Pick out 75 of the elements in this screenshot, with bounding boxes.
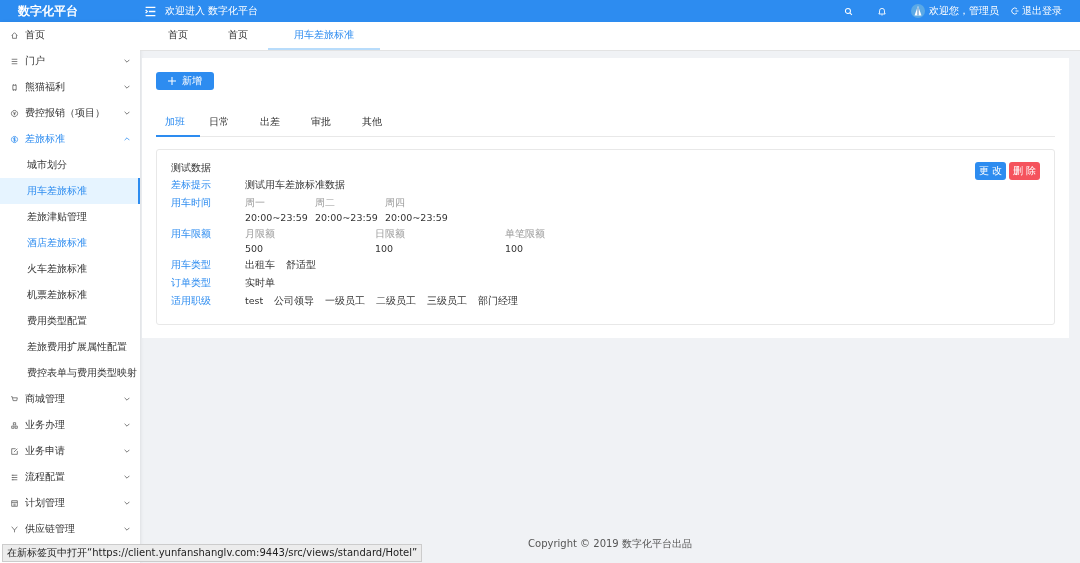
sidebar-item[interactable]: 费控报销（项目） — [0, 100, 140, 126]
page-tab[interactable]: 用车差旅标准 — [268, 22, 380, 50]
sidebar-item[interactable]: 流程配置 — [0, 464, 140, 490]
submenu-item[interactable]: 费控表单与费用类型映射 — [0, 360, 140, 386]
menu-item-icon — [10, 420, 19, 430]
menu-item-icon — [10, 524, 19, 534]
tab[interactable]: 出差 — [251, 110, 302, 137]
field-value: 实时单 — [245, 277, 275, 290]
link-preview-tooltip: 在新标签页中打开“https://client.yunfanshanglv.com:9443/src/views/standard/Hotel” — [2, 544, 423, 562]
field-label: 订单类型 — [171, 277, 212, 290]
field-value: 部门经理 — [478, 295, 519, 308]
welcome-text: 欢迎进入 数字化平台 — [165, 4, 259, 18]
field-value: 测试用车差旅标准数据 — [245, 179, 345, 192]
field-caption: 日限额 — [375, 228, 406, 241]
tab[interactable]: 其他 — [353, 110, 404, 137]
field-label: 差标提示 — [171, 179, 212, 192]
menu-item-icon — [10, 108, 19, 118]
card-title: 测试数据 — [171, 161, 211, 175]
field-value: 100 — [505, 243, 525, 254]
menu-icon[interactable] — [144, 4, 157, 18]
submenu-item[interactable]: 城市划分 — [0, 152, 140, 178]
field-label: 用车类型 — [171, 259, 212, 272]
sidebar-item[interactable]: 业务申请 — [0, 438, 140, 464]
avatar-icon[interactable] — [911, 4, 925, 18]
field-caption: 单笔限额 — [505, 228, 546, 241]
field-label: 用车限额 — [171, 228, 212, 241]
search-icon[interactable] — [844, 6, 853, 16]
menu-item-icon — [10, 56, 19, 66]
menu-item-icon — [10, 472, 19, 482]
submenu-item[interactable]: 机票差旅标准 — [0, 282, 140, 308]
field-value: 20:00~23:59 — [315, 212, 379, 223]
field-value: 100 — [375, 243, 395, 254]
menu-item-icon — [10, 394, 19, 404]
menu-item-icon — [10, 30, 19, 40]
field-caption: 月限额 — [245, 228, 276, 241]
field-value: 公司领导 — [274, 295, 315, 308]
bell-icon[interactable] — [877, 5, 887, 17]
submenu-item[interactable]: 火车差旅标准 — [0, 256, 140, 282]
sidebar-item[interactable]: 商城管理 — [0, 386, 140, 412]
sidebar-item[interactable]: 业务办理 — [0, 412, 140, 438]
field-label: 用车时间 — [171, 197, 212, 210]
field-caption: 周四 — [385, 197, 406, 210]
field-value: 舒适型 — [286, 259, 316, 272]
menu-item-icon — [10, 498, 19, 508]
field-value: 二级员工 — [376, 295, 417, 308]
sidebar-item[interactable]: 差旅标准 — [0, 126, 140, 152]
tab[interactable]: 审批 — [302, 110, 353, 137]
logout-icon — [1011, 7, 1019, 15]
menu-item-icon — [10, 446, 19, 456]
page-tab[interactable]: 首页 — [208, 22, 268, 50]
field-value: 一级员工 — [325, 295, 366, 308]
submenu-item[interactable]: 酒店差旅标准 — [0, 230, 140, 256]
sidebar-item[interactable]: 熊猫福利 — [0, 74, 140, 100]
submenu-item[interactable]: 费用类型配置 — [0, 308, 140, 334]
copyright-text: Copyright © 2019 数字化平台出品 — [528, 537, 692, 551]
sidebar-item[interactable]: 计划管理 — [0, 490, 140, 516]
field-label: 适用职级 — [171, 295, 212, 308]
page-tab[interactable]: 首页 — [148, 22, 208, 50]
sidebar-item[interactable]: 门户 — [0, 48, 140, 74]
sidebar-item[interactable]: 首页 — [0, 22, 140, 48]
logo-text: 数字化平台 — [17, 2, 79, 20]
field-value: 500 — [245, 243, 265, 254]
field-value: 三级员工 — [427, 295, 468, 308]
field-value: 出租车 — [245, 259, 275, 272]
tab[interactable]: 加班 — [156, 110, 200, 137]
submenu-item[interactable]: 差旅津贴管理 — [0, 204, 140, 230]
menu-item-icon — [10, 82, 19, 92]
field-value: 20:00~23:59 — [245, 212, 309, 223]
sidebar-item[interactable]: 供应链管理 — [0, 516, 140, 542]
tab[interactable]: 日常 — [200, 110, 251, 137]
submenu-item[interactable]: 差旅费用扩展属性配置 — [0, 334, 140, 360]
field-value: 20:00~23:59 — [385, 212, 449, 223]
plus-icon — [168, 77, 176, 85]
field-value: test — [245, 295, 264, 308]
menu-item-icon — [10, 134, 19, 144]
